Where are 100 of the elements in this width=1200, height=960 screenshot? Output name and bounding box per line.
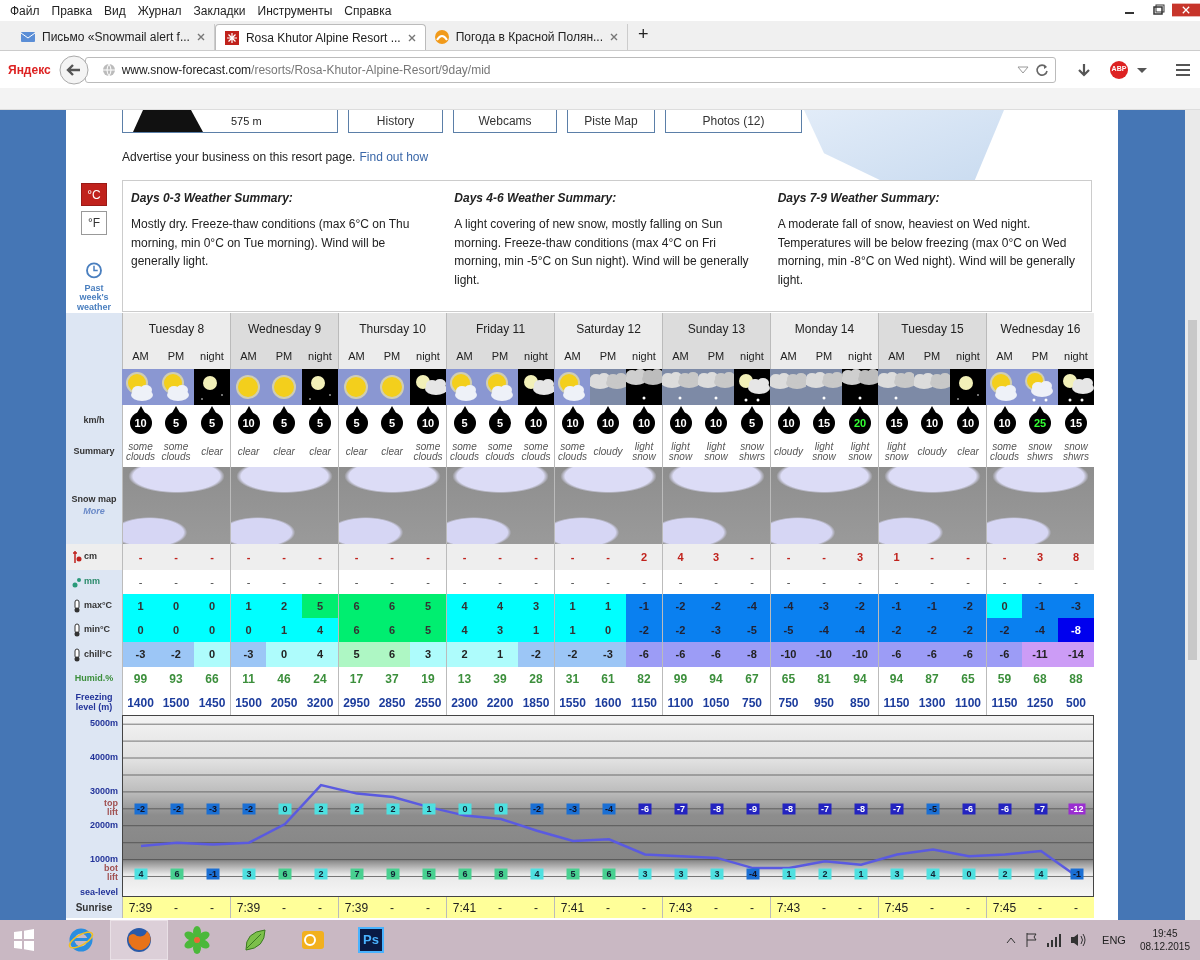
- menu-item[interactable]: Правка: [45, 1, 99, 20]
- period-label: AM: [338, 344, 374, 369]
- snow-map-placeholder[interactable]: [230, 467, 338, 544]
- weather-summary: clear: [338, 437, 374, 467]
- speaker-icon[interactable]: [1070, 932, 1089, 948]
- axis-label: 4000m: [88, 752, 118, 762]
- unit-toggle[interactable]: °F: [81, 211, 107, 235]
- clock-icon[interactable]: [85, 261, 103, 279]
- max-temp: 0: [158, 594, 194, 618]
- nav-button[interactable]: Photos (12): [665, 110, 802, 133]
- close-icon[interactable]: [406, 32, 417, 43]
- sunrise-time: -: [806, 897, 842, 918]
- row-label: max°C: [84, 601, 113, 611]
- day-header: Tuesday 15: [878, 313, 986, 344]
- min-temp: 1: [518, 618, 554, 642]
- thermometer-icon: [72, 599, 82, 613]
- rain-amount: -: [317, 574, 323, 590]
- snow-map-placeholder[interactable]: [446, 467, 554, 544]
- snow-map-placeholder[interactable]: [554, 467, 662, 544]
- freezing-level: 2950: [338, 691, 374, 715]
- past-weather-link[interactable]: Past week's weather: [71, 283, 117, 312]
- sunrise-time: 7:39: [122, 897, 158, 918]
- snow-map-placeholder[interactable]: [338, 467, 446, 544]
- new-tab-button[interactable]: +: [628, 21, 659, 50]
- menu-item[interactable]: Закладки: [187, 1, 252, 20]
- taskbar-app[interactable]: Ps: [342, 920, 400, 960]
- snow-amount: -: [734, 544, 770, 570]
- clock-time[interactable]: 19:45: [1139, 927, 1190, 940]
- day-header: Tuesday 8: [122, 313, 230, 344]
- language-indicator[interactable]: ENG: [1102, 931, 1126, 949]
- snow-map-placeholder[interactable]: [986, 467, 1094, 544]
- sunrise-time: 7:45: [878, 897, 914, 918]
- moon-icon: [950, 369, 986, 405]
- snow-map-placeholder[interactable]: [878, 467, 986, 544]
- period-label: PM: [158, 344, 194, 369]
- flag-icon[interactable]: [1024, 932, 1039, 948]
- menu-item[interactable]: Инструменты: [251, 1, 339, 20]
- clock-date[interactable]: 08.12.2015: [1139, 940, 1190, 953]
- nav-button[interactable]: History: [348, 110, 443, 133]
- menu-item[interactable]: Вид: [98, 1, 132, 20]
- lift-temperature-badge: 3: [242, 868, 256, 880]
- rain-amount: -: [821, 574, 827, 590]
- max-temp: -1: [1022, 594, 1058, 618]
- reload-icon[interactable]: [1035, 62, 1049, 77]
- scrollbar[interactable]: [1185, 110, 1200, 920]
- find-out-link[interactable]: Find out how: [359, 150, 429, 164]
- wind-arrow-icon: [172, 406, 180, 414]
- wind-speed: 10: [705, 412, 727, 434]
- caret-icon[interactable]: [1006, 935, 1017, 945]
- address-bar[interactable]: www.snow-forecast.com/resorts/Rosa-Khutor-Alpine-Resort/9day/mid: [84, 56, 1056, 83]
- close-icon[interactable]: [609, 32, 620, 42]
- rain-amount: -: [497, 574, 503, 590]
- wind-arrow-icon: [424, 406, 432, 414]
- caret-icon[interactable]: [1136, 65, 1148, 74]
- browser-tab[interactable]: Rosa Khutor Alpine Resort ...: [214, 24, 426, 50]
- rain-amount: -: [389, 574, 395, 590]
- sun-cloud-icon: [122, 369, 158, 405]
- close-icon[interactable]: [195, 32, 206, 42]
- url-text: www.snow-forecast.com/resorts/Rosa-Khutor-Alpine-Resort/9day/mid: [121, 61, 492, 79]
- min-temp: 6: [338, 618, 374, 642]
- windows-start-icon[interactable]: [12, 928, 36, 952]
- wind-speed: 10: [129, 412, 152, 434]
- wind-chill: 5: [338, 642, 374, 667]
- browser-tab[interactable]: Письмо «Snowmail alert f...: [12, 24, 215, 50]
- lift-temperature-badge: -9: [746, 803, 760, 815]
- menu-item[interactable]: Справка: [338, 1, 398, 20]
- sunrise-time: -: [698, 897, 734, 918]
- download-icon[interactable]: [1076, 61, 1092, 78]
- taskbar-app[interactable]: [110, 920, 168, 960]
- snow-amount: -: [410, 544, 446, 570]
- snow-map-placeholder[interactable]: [662, 467, 770, 544]
- menu-item[interactable]: Файл: [4, 1, 46, 20]
- lift-temperature-badge: 2: [818, 868, 832, 880]
- day-header: Wednesday 9: [230, 313, 338, 344]
- sunrise-time: -: [374, 897, 410, 918]
- wind-speed: 10: [561, 412, 584, 434]
- unit-toggle[interactable]: °C: [81, 183, 107, 207]
- dropdown-icon[interactable]: [1017, 64, 1029, 75]
- rain-amount: -: [713, 574, 719, 590]
- lift-temperature-badge: 3: [674, 868, 688, 880]
- tab-title: Rosa Khutor Alpine Resort ...: [245, 29, 401, 47]
- browser-logo[interactable]: Яндекс: [8, 60, 51, 79]
- rain-amount: -: [605, 574, 611, 590]
- signal-icon[interactable]: [1046, 932, 1063, 948]
- period-label: AM: [230, 344, 266, 369]
- freezing-level: 3200: [305, 695, 335, 712]
- snow-map-placeholder[interactable]: [770, 467, 878, 544]
- nav-button[interactable]: Webcams: [453, 110, 557, 133]
- wind-chill: -3: [122, 642, 158, 667]
- summary-text: A light covering of new snow, mostly falling on Sun morning. Freeze-thaw conditions (max 4°C on Fri morning, min -5°C on Sun night). Wind will be generally light.: [454, 216, 750, 289]
- wind-chill: 4: [302, 642, 338, 667]
- menu-item[interactable]: Журнал: [131, 1, 188, 20]
- nav-button[interactable]: Piste Map: [567, 110, 655, 133]
- freezing-level: 1500: [161, 695, 191, 712]
- wind-speed: 10: [669, 412, 692, 434]
- back-icon[interactable]: [58, 54, 89, 85]
- lift-temperature-badge: 7: [350, 868, 364, 880]
- lift-temperature-badge: 0: [458, 803, 472, 815]
- browser-tab[interactable]: Погода в Красной Полян...: [425, 24, 629, 50]
- snow-map-placeholder[interactable]: [122, 467, 230, 544]
